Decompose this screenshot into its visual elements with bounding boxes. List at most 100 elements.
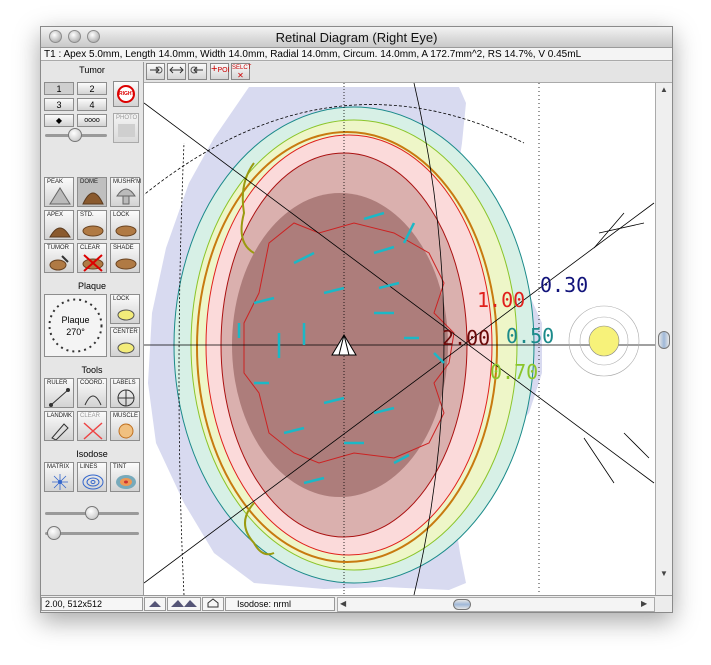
apex-label: APEX xyxy=(47,212,64,218)
isodose-slider-knob[interactable] xyxy=(85,506,99,520)
dome-shape-icon xyxy=(82,192,104,205)
clear-tools-label: CLEAR xyxy=(80,413,101,419)
photo-label: PHOTO xyxy=(116,115,138,121)
mushroom-shape-icon xyxy=(116,188,136,205)
standard-icon xyxy=(82,225,104,237)
vertical-scrollbar[interactable]: ▲ ▼ xyxy=(655,83,672,595)
vertical-scroll-thumb[interactable] xyxy=(658,331,670,349)
add-poi-label: POI xyxy=(217,67,230,74)
plaque-dial-ring-icon xyxy=(48,298,103,353)
isodose-tint-button[interactable]: TINT xyxy=(110,462,140,492)
plaque-dial[interactable]: Plaque 270° xyxy=(44,294,107,357)
labels-button[interactable]: LABELS xyxy=(110,378,140,408)
ruler-button[interactable]: RULER xyxy=(44,378,74,408)
zoom-info: 2.00, 512x512 xyxy=(41,597,143,611)
plaque-lock-icon xyxy=(117,309,135,321)
isodose-matrix-button[interactable]: MATRIX xyxy=(44,462,74,492)
isodose-section-title: Isodose xyxy=(76,449,108,459)
optic-disc xyxy=(568,212,650,484)
tumor-info-line: T1 : Apex 5.0mm, Length 14.0mm, Width 14… xyxy=(41,48,672,61)
plaque-dial-label: Plaque xyxy=(61,315,90,325)
coordinates-button[interactable]: COORD. xyxy=(77,378,107,408)
add-poi-button[interactable]: +POI xyxy=(210,63,230,80)
zoom-in-button[interactable] xyxy=(167,597,201,611)
landmark-button[interactable]: LANDMK xyxy=(44,411,74,441)
shade-button[interactable]: SHADE xyxy=(110,243,140,273)
standard-label: STD. xyxy=(80,212,94,218)
horizontal-scroll-thumb[interactable] xyxy=(453,599,471,610)
plaque-center-icon xyxy=(117,342,135,354)
tumor-slider-knob[interactable] xyxy=(68,128,82,142)
isodose-label-050: 0.50 xyxy=(506,324,554,348)
flow-right-icon[interactable] xyxy=(146,63,165,80)
retinal-diagram-canvas[interactable]: 1.00 0.30 2.00 0.50 0.70 xyxy=(144,83,655,595)
tumor-draw-label: TUMOR xyxy=(47,245,69,251)
retinal-diagram-window: Retinal Diagram (Right Eye) T1 : Apex 5.… xyxy=(40,26,673,613)
isodose-lines-button[interactable]: LINES xyxy=(77,462,107,492)
mushroom-shape-button[interactable]: MUSHR'M xyxy=(110,177,142,207)
clear-tumor-button[interactable]: CLEAR xyxy=(77,243,107,273)
multi-tumor-view-button[interactable]: oooo xyxy=(77,114,107,127)
scroll-up-icon[interactable]: ▲ xyxy=(660,85,668,94)
lock-shape-button[interactable]: LOCK xyxy=(110,210,140,240)
diagram-toolbar: +POI SELCT ✕ xyxy=(144,62,672,83)
standard-button[interactable]: STD. xyxy=(77,210,107,240)
ruler-icon xyxy=(49,388,70,407)
coordinates-label: COORD. xyxy=(80,380,104,386)
mountain-large-icon xyxy=(171,600,197,607)
landmark-label: LANDMK xyxy=(47,413,73,419)
peak-shape-button[interactable]: PEAK xyxy=(44,177,74,207)
opacity-slider-knob[interactable] xyxy=(47,526,62,540)
photo-thumbnail-icon xyxy=(118,124,135,137)
plaque-center-button[interactable]: CENTER xyxy=(110,327,140,357)
peak-shape-icon xyxy=(49,187,71,205)
tumor-3-button[interactable]: 3 xyxy=(44,98,74,111)
lock-shape-label: LOCK xyxy=(113,212,130,218)
tint-label: TINT xyxy=(113,464,127,470)
tumor-draw-icon xyxy=(49,255,69,271)
select-poi-button[interactable]: SELCT ✕ xyxy=(231,63,251,80)
tumor-section-title: Tumor xyxy=(79,65,105,75)
matrix-label: MATRIX xyxy=(47,464,70,470)
tumor-draw-button[interactable]: TUMOR xyxy=(44,243,74,273)
shade-label: SHADE xyxy=(113,245,134,251)
home-icon xyxy=(207,598,219,608)
plaque-section-title: Plaque xyxy=(77,281,107,291)
title-bar: Retinal Diagram (Right Eye) xyxy=(41,27,672,48)
horizontal-scrollbar[interactable]: ◀ ▶ xyxy=(337,597,655,612)
labels-icon xyxy=(117,389,135,407)
tool-palette: Tumor 1 2 3 4 RIGHT ◆ oooo PHOTO PEAK DO… xyxy=(41,62,144,595)
ruler-label: RULER xyxy=(47,380,68,386)
shade-icon xyxy=(115,258,137,270)
plaque-lock-button[interactable]: LOCK xyxy=(110,294,140,324)
dome-shape-button[interactable]: DOME xyxy=(77,177,107,207)
coordinates-icon xyxy=(84,395,102,406)
isodose-mode-label: Isodose: nrml xyxy=(237,599,292,609)
lines-label: LINES xyxy=(80,464,98,470)
flow-left-icon[interactable] xyxy=(188,63,207,80)
mushroom-label: MUSHR'M xyxy=(113,179,142,185)
scroll-left-icon[interactable]: ◀ xyxy=(340,599,346,608)
tumor-4-button[interactable]: 4 xyxy=(77,98,107,111)
zoom-out-button[interactable] xyxy=(144,597,166,611)
retinal-diagram-svg: 1.00 0.30 2.00 0.50 0.70 xyxy=(144,83,655,595)
clear-tools-button[interactable]: CLEAR xyxy=(77,411,107,441)
apex-button[interactable]: APEX xyxy=(44,210,74,240)
tumor-1-button[interactable]: 1 xyxy=(44,82,74,95)
single-tumor-view-button[interactable]: ◆ xyxy=(44,114,74,127)
isodose-label-200: 2.00 xyxy=(442,326,490,350)
plaque-center-label: CENTER xyxy=(113,329,138,335)
isodose-mode-popup[interactable]: Isodose: nrml xyxy=(225,597,335,611)
clear-tools-icon xyxy=(83,422,103,440)
isodose-label-030: 0.30 xyxy=(540,273,588,297)
home-button[interactable] xyxy=(202,597,224,611)
photo-button[interactable]: PHOTO xyxy=(113,113,139,143)
scroll-down-icon[interactable]: ▼ xyxy=(660,569,668,578)
flow-both-icon[interactable] xyxy=(167,63,186,80)
right-eye-badge[interactable]: RIGHT xyxy=(113,81,139,107)
scroll-right-icon[interactable]: ▶ xyxy=(641,599,647,608)
mountain-small-icon xyxy=(149,601,161,607)
matrix-icon xyxy=(52,474,68,490)
tumor-2-button[interactable]: 2 xyxy=(77,82,107,95)
muscle-button[interactable]: MUSCLE xyxy=(110,411,140,441)
